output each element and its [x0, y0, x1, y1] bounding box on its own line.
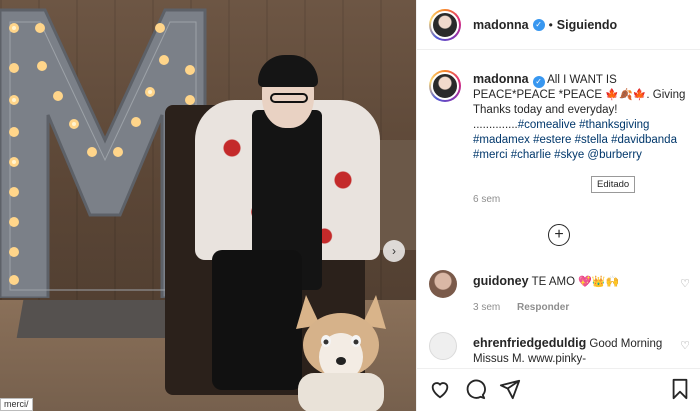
carousel-next-button[interactable]: › — [383, 240, 405, 262]
follow-status-button[interactable]: Siguiendo — [557, 18, 617, 32]
post-photo[interactable]: › merci/ — [0, 0, 416, 411]
mention-link[interactable]: @burberry — [587, 149, 642, 161]
heart-icon[interactable] — [429, 378, 451, 400]
author-avatar[interactable] — [429, 8, 461, 41]
post-timestamp: 6 sem — [473, 194, 501, 205]
glasses — [270, 93, 308, 103]
husky-dog — [296, 295, 386, 411]
instagram-post-viewer: › merci/ madonna ✓ • Siguiendo madonna ✓ … — [0, 0, 700, 411]
reply-button[interactable]: Responder — [517, 302, 569, 313]
caption-emojis: 🍁🍂🍁 — [605, 89, 647, 101]
commenter-username[interactable]: ehrenfriedgeduldig — [473, 336, 586, 350]
comment-meta: 3 sem Responder — [473, 302, 583, 313]
comment-body: TE AMO — [531, 276, 576, 288]
author-username[interactable]: madonna — [473, 18, 529, 32]
comment-time: 3 sem — [473, 302, 501, 313]
comment-text: guidoney TE AMO 💖👑🙌 — [473, 274, 673, 290]
hashtags-line-2[interactable]: #madamex #estere #stella — [473, 134, 608, 146]
comment-like-heart-icon[interactable]: ♡ — [679, 278, 691, 290]
comment-text: ehrenfriedgeduldig Good Morning Missus M… — [473, 336, 673, 367]
comment-icon[interactable] — [464, 378, 486, 400]
verified-badge-icon: ✓ — [532, 76, 545, 88]
comment-emojis: 💖👑🙌 — [578, 276, 620, 288]
path-label: merci/ — [0, 398, 33, 411]
load-more-comments-button[interactable]: + — [548, 224, 570, 246]
post-side-panel: madonna ✓ • Siguiendo madonna ✓ All I WAN… — [416, 0, 700, 411]
caption-avatar[interactable] — [429, 70, 461, 102]
separator-dot: • — [548, 17, 553, 32]
bookmark-icon[interactable] — [669, 378, 691, 400]
edited-tooltip: Editado — [591, 176, 636, 193]
chevron-right-icon: › — [392, 244, 396, 258]
share-icon[interactable] — [499, 378, 521, 400]
commenter-avatar[interactable] — [429, 270, 457, 298]
post-action-bar — [417, 368, 700, 411]
hashtags-line-1[interactable]: #comealive #thanksgiving — [518, 119, 650, 131]
caption-username[interactable]: madonna — [473, 72, 529, 86]
commenter-avatar[interactable] — [429, 332, 457, 360]
caption-body: madonna ✓ All I WANT IS PEACE*PEACE *PEAC… — [473, 72, 695, 163]
plus-circle-icon: + — [554, 226, 564, 243]
post-header: madonna ✓ • Siguiendo — [417, 0, 700, 50]
verified-badge-icon: ✓ — [532, 18, 545, 31]
comment-like-heart-icon[interactable]: ♡ — [679, 340, 691, 352]
commenter-username[interactable]: guidoney — [473, 274, 529, 288]
header-names: madonna ✓ • Siguiendo — [473, 18, 617, 32]
